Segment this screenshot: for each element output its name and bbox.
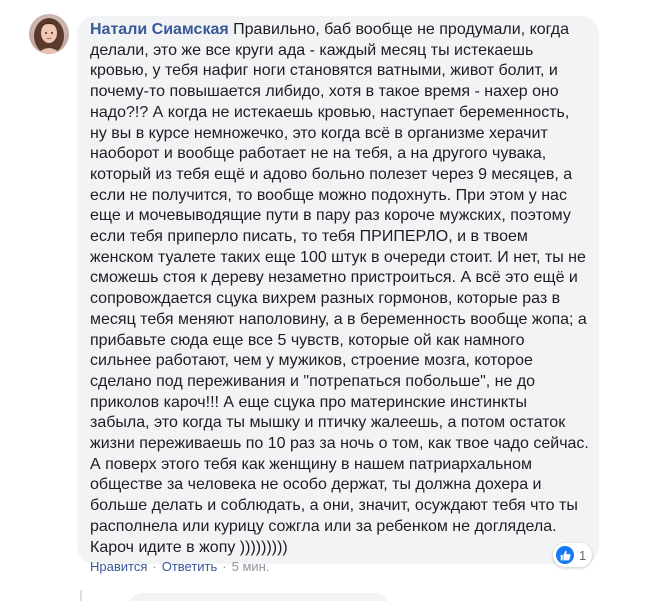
reply-preview-bubble (128, 593, 390, 601)
reply-thread-line (80, 590, 82, 601)
comment-text: Правильно, баб вообще не продумали, когд… (90, 21, 589, 556)
avatar[interactable] (29, 14, 69, 54)
separator-dot: · (222, 559, 227, 574)
like-button[interactable]: Нравится (90, 559, 147, 574)
reaction-count: 1 (579, 547, 587, 563)
like-icon (556, 546, 574, 564)
separator-dot: · (152, 559, 157, 574)
reactions-badge[interactable]: 1 (553, 543, 593, 567)
timestamp-link[interactable]: 5 мин. (232, 559, 270, 574)
comment-thread: Натали Сиамская Правильно, баб вообще не… (0, 0, 645, 601)
comment-author-link[interactable]: Натали Сиамская (90, 21, 229, 38)
reply-button[interactable]: Ответить (162, 559, 218, 574)
comment-bubble: Натали Сиамская Правильно, баб вообще не… (77, 16, 599, 565)
avatar-photo-icon (29, 14, 69, 54)
comment-actions: Нравится · Ответить · 5 мин. (90, 559, 269, 574)
